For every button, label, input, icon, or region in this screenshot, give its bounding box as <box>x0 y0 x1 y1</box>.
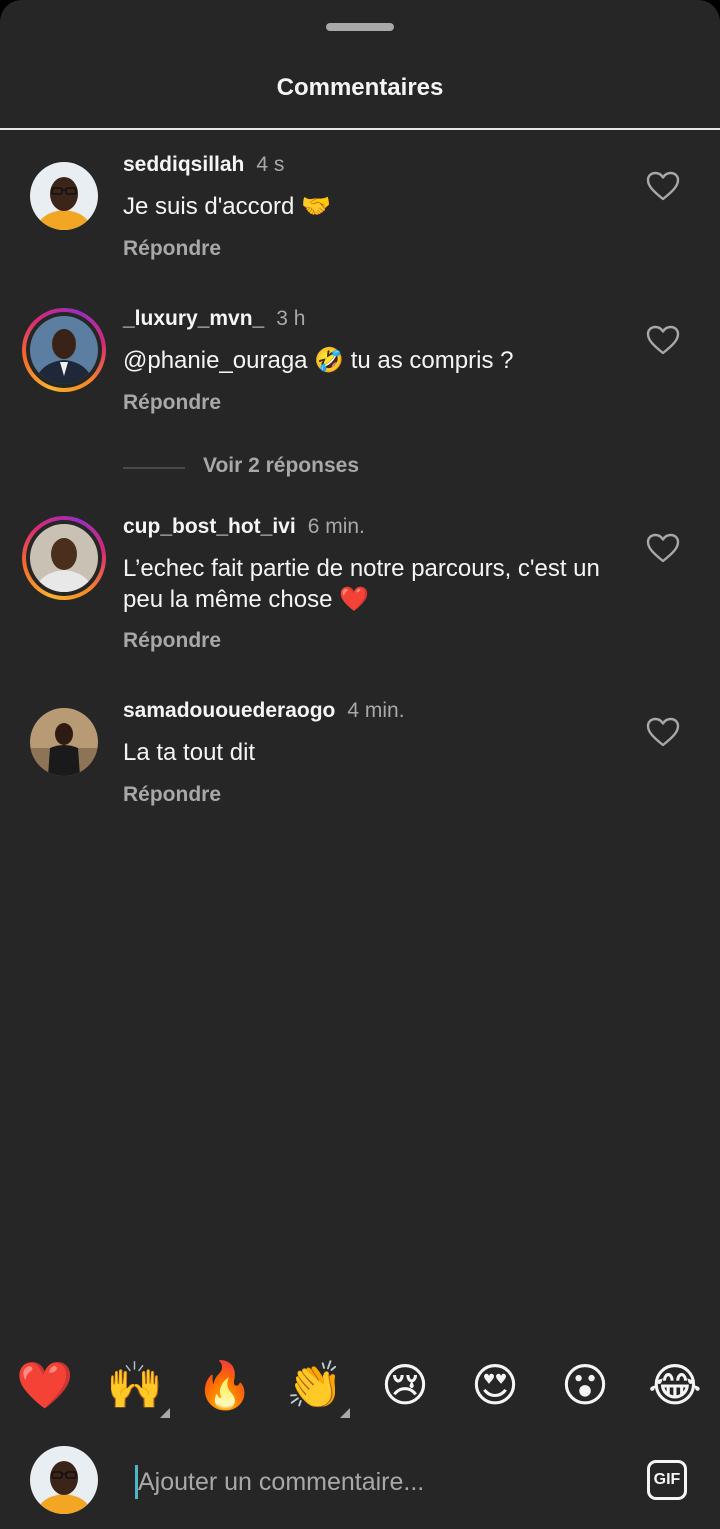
emoji-fire-button[interactable]: 🔥 <box>196 1356 254 1414</box>
heart-outline-icon[interactable] <box>646 325 680 355</box>
comment-text: L’echec fait partie de notre parcours, c… <box>123 555 600 613</box>
variants-indicator-icon <box>340 1408 350 1418</box>
divider <box>0 128 720 130</box>
variants-indicator-icon <box>160 1408 170 1418</box>
comment-time: 3 h <box>276 307 306 330</box>
heart-outline-icon[interactable] <box>646 171 680 201</box>
avatar[interactable] <box>22 308 106 392</box>
avatar[interactable] <box>22 516 106 600</box>
comment-input[interactable] <box>138 1462 618 1502</box>
reply-button[interactable]: Répondre <box>123 783 221 807</box>
avatar-image <box>30 524 98 592</box>
avatar-image <box>30 708 98 776</box>
emoji-raised-hands-button[interactable]: 🙌 <box>106 1356 164 1414</box>
gif-button[interactable]: GIF <box>647 1460 687 1500</box>
heart-outline-icon[interactable] <box>646 717 680 747</box>
comments-sheet: Commentaires seddiqsillah 4 s Je suis d'a… <box>0 0 720 1529</box>
emoji-clapping-button[interactable]: 👏 <box>286 1356 344 1414</box>
heart-outline-icon[interactable] <box>646 533 680 563</box>
reply-button[interactable]: Répondre <box>123 391 221 415</box>
emoji-heart-button[interactable]: ❤️ <box>16 1356 74 1414</box>
view-replies-label: Voir 2 réponses <box>203 454 360 477</box>
comment-time: 4 min. <box>347 699 405 722</box>
avatar <box>30 1446 98 1514</box>
avatar[interactable] <box>22 700 106 784</box>
comment-text: Je suis d'accord 🤝 <box>123 193 331 220</box>
emoji-tears-of-joy-button[interactable]: 😂 <box>646 1356 704 1414</box>
comment-username[interactable]: cup_bost_hot_ivi <box>123 515 296 538</box>
emoji-surprised-button[interactable]: 😮 <box>556 1356 614 1414</box>
emoji-crying-button[interactable]: 😢 <box>376 1356 434 1414</box>
comment-time: 4 s <box>256 153 285 176</box>
comment-text: @phanie_ouraga 🤣 tu as compris ? <box>123 347 514 374</box>
divider <box>123 467 185 469</box>
comment-time: 6 min. <box>307 515 365 538</box>
comment-username[interactable]: seddiqsillah <box>123 153 244 176</box>
sheet-title: Commentaires <box>276 74 444 101</box>
comment-text: La ta tout dit <box>123 739 256 766</box>
avatar-image <box>30 316 98 384</box>
avatar-image <box>30 162 98 230</box>
comment-composer: GIF <box>0 1432 720 1529</box>
emoji-heart-eyes-button[interactable]: 😍 <box>466 1356 524 1414</box>
reply-button[interactable]: Répondre <box>123 629 221 653</box>
comment-username[interactable]: samadououederaogo <box>123 699 335 722</box>
drag-handle[interactable] <box>326 23 394 31</box>
comment-username[interactable]: _luxury_mvn_ <box>123 307 264 330</box>
reply-button[interactable]: Répondre <box>123 237 221 261</box>
emoji-quick-bar: ❤️ 🙌 🔥 👏 😢 😍 😮 😂 <box>0 1356 720 1418</box>
avatar[interactable] <box>22 154 106 238</box>
